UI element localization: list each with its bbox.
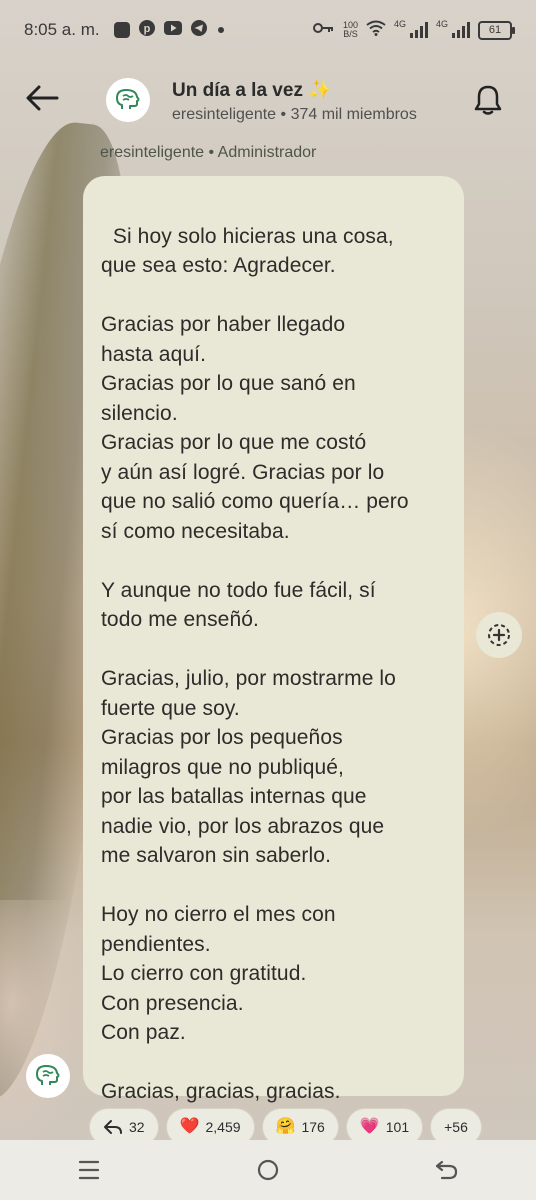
- sim1-network-label: 4G: [393, 19, 406, 29]
- notifications-button[interactable]: [466, 78, 510, 122]
- message-bubble[interactable]: Si hoy solo hicieras una cosa, que sea e…: [83, 176, 464, 1103]
- brain-icon: [36, 1065, 60, 1085]
- network-speed-unit: B/S: [343, 29, 358, 39]
- reply-icon: [104, 1120, 122, 1134]
- system-navigation-bar: [0, 1140, 536, 1200]
- recent-apps-icon: [79, 1160, 100, 1180]
- more-notifications-dot: [217, 27, 224, 33]
- arrow-left-icon: [26, 85, 59, 111]
- status-bar: 8:05 a. m. p 100 B/S 4G 4G 61: [0, 0, 536, 60]
- add-reaction-button[interactable]: [476, 612, 522, 658]
- youtube-icon: [163, 20, 182, 40]
- reaction-count: 2,459: [205, 1119, 241, 1135]
- message-author-avatar[interactable]: [26, 1054, 70, 1098]
- channel-title[interactable]: Un día a la vez ✨: [172, 78, 332, 102]
- reaction-count: +56: [444, 1119, 468, 1135]
- wallpaper-hand: [0, 900, 90, 1160]
- home-button[interactable]: [238, 1145, 298, 1195]
- bell-icon: [474, 85, 502, 115]
- recent-apps-button[interactable]: [59, 1145, 119, 1195]
- channel-header: Un día a la vez ✨ eresinteligente • 374 …: [0, 66, 536, 136]
- back-nav-button[interactable]: [417, 1145, 477, 1195]
- channel-avatar[interactable]: [106, 78, 150, 122]
- sim1-signal-icon: [409, 22, 428, 38]
- message-author: eresinteligente • Administrador: [100, 144, 317, 161]
- battery-level: 61: [488, 23, 502, 36]
- battery-icon: 61: [478, 20, 515, 40]
- key-icon: [312, 20, 335, 40]
- reaction-count: 101: [385, 1119, 410, 1135]
- status-time: 8:05 a. m.: [24, 20, 100, 39]
- network-speed: 100 B/S: [343, 21, 358, 39]
- reaction-count: 176: [301, 1119, 325, 1135]
- red-heart-icon: ❤️: [179, 1118, 200, 1135]
- svg-text:p: p: [143, 23, 150, 35]
- sim2-network-label: 4G: [435, 19, 448, 29]
- back-nav-icon: [435, 1160, 457, 1180]
- notification-icons: p: [113, 19, 224, 41]
- home-circle-icon: [257, 1159, 279, 1181]
- hugging-face-icon: 🤗: [275, 1118, 296, 1135]
- system-icons: 100 B/S 4G 4G 61: [312, 19, 515, 41]
- wifi-icon: [366, 20, 386, 41]
- message-text: Si hoy solo hicieras una cosa, que sea e…: [101, 224, 409, 1104]
- add-reaction-icon: [488, 624, 510, 646]
- channel-subtitle[interactable]: eresinteligente • 374 mil miembros: [172, 106, 438, 124]
- app-notification-icon: [113, 22, 130, 38]
- pink-heart-icon: 💗: [359, 1118, 380, 1135]
- sim2-signal-icon: [452, 22, 470, 38]
- back-button[interactable]: [22, 78, 62, 118]
- brain-icon: [116, 89, 140, 109]
- reaction-count: 32: [129, 1119, 145, 1135]
- telegram-icon: [190, 19, 207, 41]
- pinterest-icon: p: [138, 19, 155, 41]
